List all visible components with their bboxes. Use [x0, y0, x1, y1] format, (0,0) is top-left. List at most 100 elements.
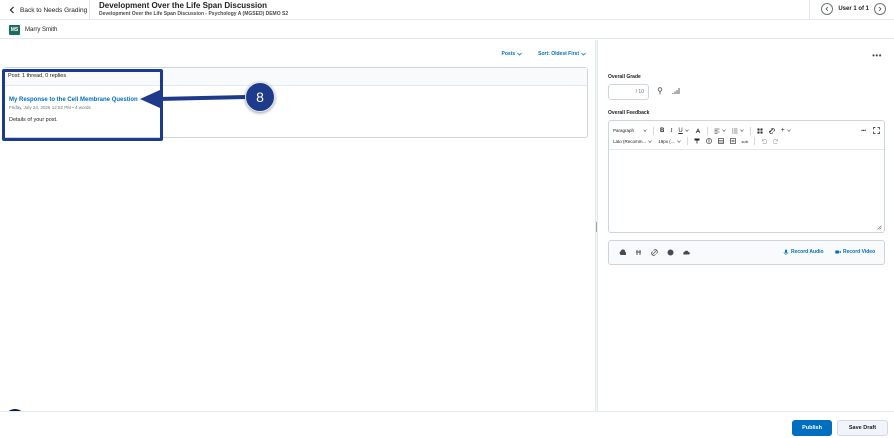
chevron-down-icon [648, 139, 653, 143]
chevron-left-icon [9, 6, 14, 14]
more-tools-button[interactable]: ••• [861, 128, 866, 133]
bullet-list-icon [731, 128, 738, 133]
record-audio-label: Record Audio [791, 249, 824, 255]
next-user-button[interactable] [874, 3, 886, 15]
overall-feedback-label: Overall Feedback [608, 110, 650, 116]
upload-file-icon[interactable] [619, 249, 626, 256]
sort-label: Sort: Oldest First [538, 51, 579, 57]
step-number-badge: 8 [245, 82, 275, 112]
grading-panel: ••• Overall Grade / 10 Overall Feedback … [598, 40, 894, 411]
table-button[interactable] [717, 138, 724, 144]
page-subtitle: Development Over the Life Span Discussio… [99, 11, 289, 17]
resize-handle-icon[interactable] [877, 225, 882, 230]
posts-filter-button[interactable]: Posts [502, 51, 523, 57]
page-header: Back to Needs Grading Development Over t… [0, 0, 894, 20]
header-divider [89, 0, 90, 20]
record-video-button[interactable]: Record Video [835, 249, 875, 255]
save-draft-button[interactable]: Save Draft [837, 420, 888, 436]
format-label: Paragraph [613, 128, 635, 133]
feedback-editor[interactable]: Paragraph B I U + ••• Lato (Recomm... 19… [608, 120, 885, 233]
chevron-down-icon [581, 52, 586, 56]
toolbar-separator [653, 126, 654, 135]
undo-button[interactable] [761, 138, 767, 144]
toolbar-right: ••• [861, 127, 880, 134]
paint-roller-icon [694, 138, 700, 144]
chevron-down-icon [643, 129, 647, 132]
quicklink-icon[interactable] [635, 249, 642, 256]
sort-button[interactable]: Sort: Oldest First [538, 51, 586, 57]
grade-stats-icon[interactable] [672, 87, 680, 95]
toolbar-separator [749, 126, 751, 135]
google-drive-icon[interactable] [667, 249, 674, 256]
italic-button[interactable]: I [670, 128, 672, 134]
table-icon [717, 138, 724, 144]
undo-icon [762, 139, 767, 144]
editor-toolbar-row-2: Lato (Recomm... 19px (... sub [609, 136, 884, 150]
redo-icon [772, 139, 778, 144]
posts-filter-label: Posts [501, 51, 516, 57]
attachments-bar: Record Audio Record Video [608, 240, 885, 265]
chevron-left-icon [825, 6, 829, 12]
equation-icon [729, 138, 736, 144]
align-left-icon [714, 128, 720, 134]
grade-input[interactable]: / 10 [608, 84, 649, 100]
special-chars-button[interactable] [729, 138, 736, 144]
font-family-select[interactable]: Lato (Recomm... [613, 138, 653, 144]
font-family-label: Lato (Recomm... [613, 138, 647, 144]
chevron-down-icon [517, 52, 522, 56]
toolbar-separator [753, 137, 755, 145]
grade-out-of: / 10 [635, 89, 644, 95]
attach-link-icon[interactable] [651, 249, 658, 256]
chevron-down-icon [676, 139, 681, 143]
link-icon [768, 127, 775, 134]
redo-button[interactable] [772, 138, 779, 144]
avatar: MS [9, 25, 20, 35]
subscript-label: sub [741, 138, 748, 144]
record-audio-button[interactable]: Record Audio [783, 249, 824, 255]
back-label: Back to Needs Grading [20, 6, 88, 14]
user-name: Marry Smith [25, 27, 58, 33]
page-title: Development Over the Life Span Discussio… [99, 1, 268, 10]
more-options-button[interactable]: ••• [872, 51, 882, 60]
previous-user-button[interactable] [821, 3, 834, 15]
callout-highlight-box [2, 69, 163, 141]
publish-button[interactable]: Publish [792, 420, 832, 436]
underline-button[interactable]: U [678, 127, 689, 134]
font-size-select[interactable]: 19px (... [658, 138, 681, 144]
post-filters: Posts Sort: Oldest First [502, 51, 586, 57]
accessibility-checker-button[interactable] [705, 138, 712, 144]
bold-icon: B [660, 127, 665, 134]
user-position-label: User 1 of 1 [838, 6, 869, 12]
accessibility-icon [705, 138, 712, 144]
user-navigator: User 1 of 1 [821, 3, 886, 15]
chevron-right-icon [878, 6, 882, 12]
format-select[interactable]: Paragraph [613, 128, 647, 133]
fullscreen-icon[interactable] [873, 127, 880, 134]
text-color-icon [695, 127, 701, 133]
overall-grade-label: Overall Grade [608, 74, 641, 80]
format-painter-button[interactable] [694, 138, 700, 144]
bold-button[interactable]: B [660, 128, 664, 134]
text-color-button[interactable] [695, 127, 701, 134]
chevron-down-icon [721, 129, 726, 132]
back-to-needs-grading-link[interactable]: Back to Needs Grading [8, 5, 87, 15]
attachment-tools [619, 249, 690, 256]
toolbar-separator [706, 126, 708, 135]
header-divider-right [809, 0, 810, 20]
subscript-button[interactable]: sub [742, 139, 748, 144]
onedrive-icon[interactable] [683, 249, 690, 256]
insert-more-button[interactable]: + [781, 127, 791, 134]
insert-quicklink-button[interactable] [757, 128, 763, 134]
insert-link-button[interactable] [768, 127, 775, 134]
underline-icon: U [678, 127, 683, 134]
rubric-key-icon[interactable] [656, 87, 664, 95]
chevron-down-icon [787, 129, 791, 132]
toolbar-separator [686, 137, 688, 145]
user-bar: MS Marry Smith [0, 21, 894, 39]
plus-icon: + [780, 127, 785, 134]
video-camera-icon [835, 250, 841, 254]
footer-bar: Publish Save Draft [0, 411, 894, 438]
list-button[interactable] [731, 128, 744, 134]
font-size-label: 19px (... [658, 138, 675, 144]
align-button[interactable] [714, 128, 726, 134]
